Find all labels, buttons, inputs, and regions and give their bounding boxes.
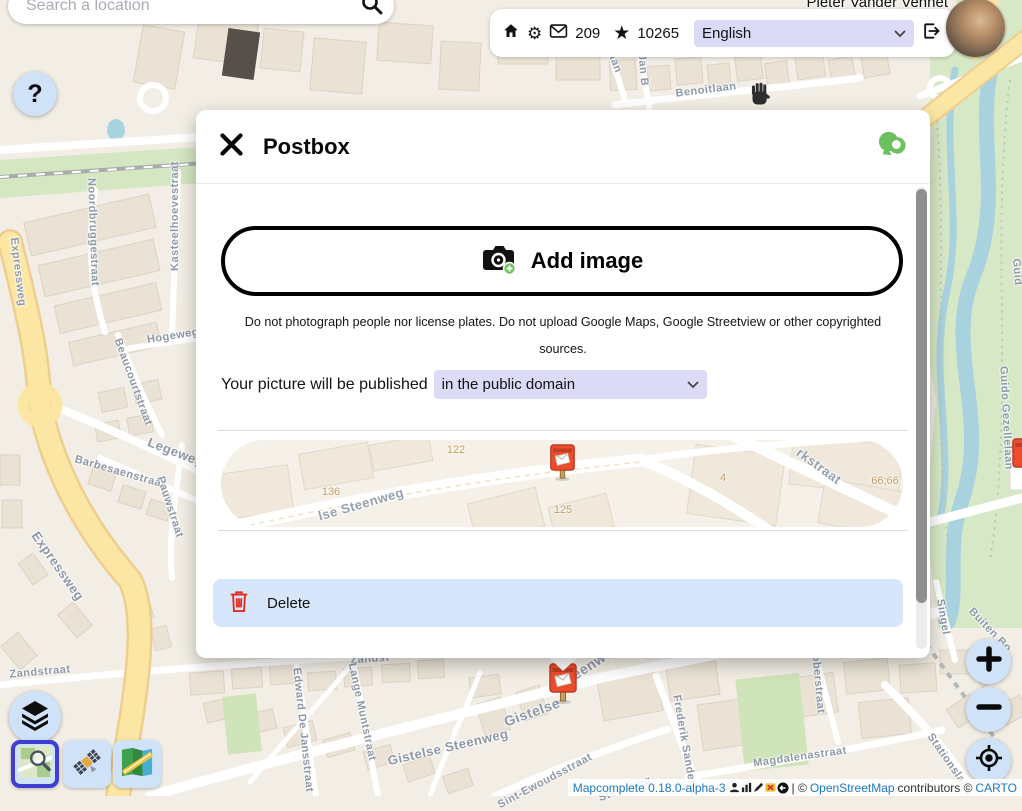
camera-add-icon	[481, 243, 517, 280]
mapcomplete-version-link[interactable]: Mapcomplete 0.18.0-alpha-3	[573, 781, 726, 795]
modal-tail	[547, 656, 579, 671]
star-count: 10265	[637, 25, 679, 42]
translate-icon	[765, 782, 776, 793]
gear-icon[interactable]: ⚙	[527, 25, 542, 42]
mini-map-label: 136	[322, 486, 340, 498]
crosshair-icon	[975, 744, 1003, 777]
close-icon[interactable]	[218, 131, 245, 163]
hand-cursor	[746, 82, 772, 113]
stats-icon	[741, 782, 752, 793]
plus-icon	[976, 646, 1002, 677]
folded-map-icon	[120, 746, 154, 783]
home-icon[interactable]	[502, 22, 520, 45]
language-value: English	[702, 25, 751, 42]
license-note: Do not photograph people nor license pla…	[227, 309, 899, 363]
mini-map-label: 66;66	[871, 475, 899, 487]
mini-map-label: 122	[447, 444, 465, 456]
postbox-marker-edge[interactable]	[1011, 437, 1022, 484]
help-label: ?	[27, 80, 42, 109]
chevron-down-icon	[894, 25, 906, 42]
satellite-icon	[70, 745, 104, 784]
search-bar	[8, 0, 394, 24]
license-select[interactable]: in the public domain	[434, 370, 707, 399]
user-bar: ⚙ 209 ★ 10265 English	[490, 9, 955, 57]
add-image-button[interactable]: Add image	[221, 226, 903, 296]
add-image-label: Add image	[531, 248, 643, 274]
username-label: Pieter Vander Vennet	[807, 0, 949, 11]
pencil-icon	[753, 782, 764, 793]
help-button[interactable]: ?	[13, 72, 57, 116]
osm-map-icon	[18, 745, 52, 784]
star-icon[interactable]: ★	[613, 24, 630, 43]
modal-header: Postbox	[196, 110, 930, 183]
mapcomplete-logo-icon	[877, 129, 908, 165]
license-value: in the public domain	[442, 376, 575, 393]
divider	[218, 430, 908, 431]
map-style-button-satellite[interactable]	[63, 740, 111, 788]
language-select[interactable]: English	[694, 20, 914, 47]
locate-button[interactable]	[966, 738, 1011, 783]
delete-button[interactable]: Delete	[213, 579, 903, 627]
avatar[interactable]	[946, 0, 1005, 57]
chevron-down-icon	[687, 376, 699, 393]
carto-link[interactable]: CARTO	[975, 781, 1017, 795]
attribution-icons	[729, 782, 789, 794]
message-count: 209	[575, 25, 600, 42]
logout-icon[interactable]	[921, 21, 941, 46]
map-style-button-osm[interactable]	[11, 740, 59, 788]
divider	[218, 530, 908, 531]
mini-map-label: rkstraat	[794, 445, 845, 488]
scrollbar-thumb[interactable]	[916, 189, 927, 603]
search-icon[interactable]	[360, 0, 384, 21]
modal-content: Add image Do not photograph people nor l…	[196, 183, 930, 652]
attribution-separator: | ©	[792, 781, 807, 795]
contributors-text: contributors ©	[898, 781, 973, 795]
mail-icon[interactable]	[549, 23, 568, 44]
trash-icon	[228, 589, 250, 618]
minus-icon	[976, 694, 1002, 725]
openstreetmap-link[interactable]: OpenStreetMap	[810, 781, 895, 795]
zoom-in-button[interactable]	[966, 639, 1011, 684]
community-icon	[729, 782, 740, 793]
mini-map-label: 125	[554, 504, 572, 516]
mini-map[interactable]: 122136lse Steenweg1254rkstraat66;66	[221, 440, 903, 527]
delete-label: Delete	[267, 595, 310, 612]
scrollbar-track	[916, 187, 927, 649]
zoom-out-button[interactable]	[966, 687, 1011, 732]
layers-button[interactable]	[9, 691, 61, 743]
mini-map-label: 4	[720, 472, 726, 484]
layers-icon	[20, 699, 50, 736]
search-input[interactable]	[24, 0, 360, 16]
publish-label: Your picture will be published	[221, 376, 428, 394]
modal-title: Postbox	[263, 134, 859, 160]
map-style-button-basic[interactable]	[113, 740, 161, 788]
publish-row: Your picture will be published in the pu…	[221, 370, 930, 399]
postbox-modal: Postbox	[196, 110, 930, 658]
attribution-bar: Mapcomplete 0.18.0-alpha-3 | © OpenStree…	[568, 779, 1022, 796]
circle-arrow-icon	[777, 782, 789, 794]
